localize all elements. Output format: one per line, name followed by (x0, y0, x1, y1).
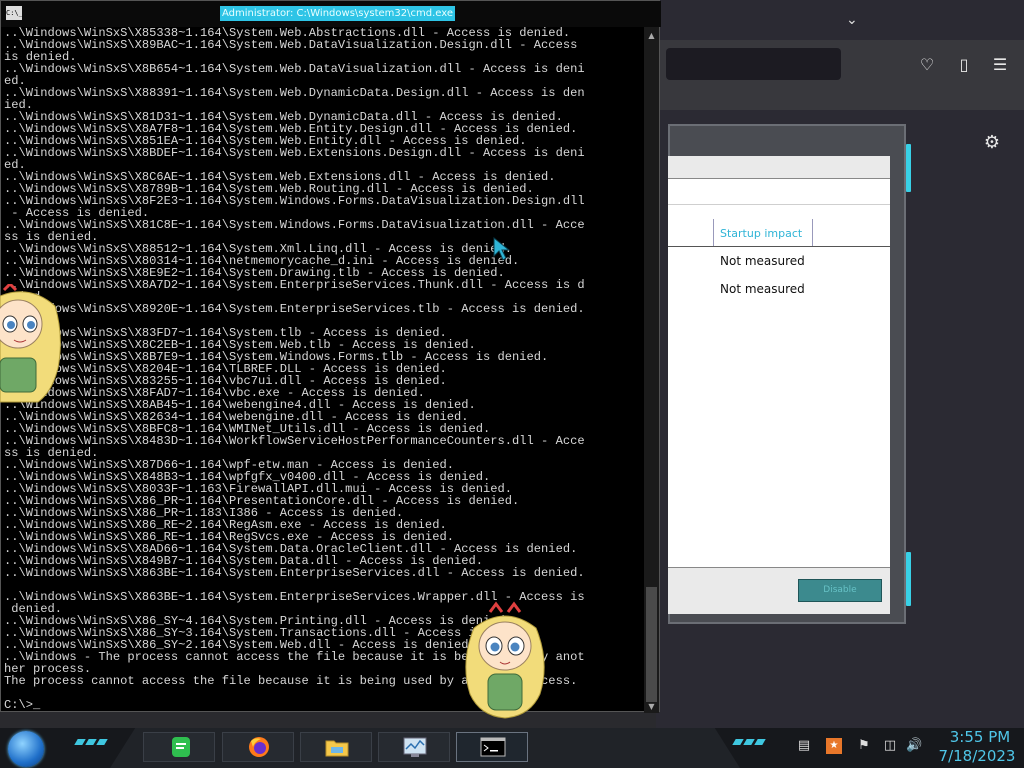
firefox-icon (249, 737, 269, 757)
cmd-output-line: ..\Windows\WinSxS\X8920E~1.164\System.En… (4, 302, 585, 316)
clock-time[interactable]: 3:55 PM (940, 728, 1020, 746)
extensions-icon[interactable]: ▯ (953, 54, 975, 76)
taskbar-decoration (732, 739, 766, 747)
cmd-output-line: ..\Windows\WinSxS\X8B654~1.164\System.We… (4, 62, 585, 76)
taskbar-notes-app[interactable] (143, 732, 215, 762)
startup-impact-cell: Not measured (720, 282, 805, 296)
gear-icon[interactable]: ⚙ (981, 132, 1003, 154)
cmd-output-line: ..\Windows\WinSxS\X8BDEF~1.164\System.We… (4, 146, 585, 160)
notes-app-icon (172, 737, 190, 757)
character-sticker (465, 601, 545, 719)
network-status-icon[interactable]: ◫ (882, 738, 898, 754)
scrollbar-thumb[interactable] (646, 587, 657, 702)
cmd-scrollbar[interactable]: ▲ ▼ (644, 27, 659, 713)
scroll-up-icon[interactable]: ▲ (644, 29, 659, 42)
flag-icon[interactable]: ⚑ (856, 738, 872, 754)
menu-icon[interactable]: ☰ (989, 54, 1011, 76)
cmd-window[interactable]: C:\_ Administrator: C:\Windows\system32\… (0, 0, 661, 713)
app-tray-icon[interactable]: ★ (826, 738, 842, 754)
cmd-window-title: Administrator: C:\Windows\system32\cmd.e… (220, 6, 456, 21)
disable-button[interactable]: Disable (798, 579, 882, 602)
taskbar-decoration (74, 739, 108, 747)
start-button[interactable] (8, 731, 44, 767)
taskbar-command-prompt[interactable] (456, 732, 528, 762)
network-icon[interactable]: ▤ (796, 738, 812, 754)
cmd-title-bar[interactable]: C:\_ Administrator: C:\Windows\system32\… (1, 1, 661, 27)
pocket-icon[interactable]: ♡ (916, 54, 938, 76)
chevron-down-icon[interactable]: ⌄ (846, 12, 862, 28)
scroll-down-icon[interactable]: ▼ (644, 700, 659, 713)
cmd-window-icon[interactable]: C:\_ (6, 6, 23, 20)
character-sticker (0, 284, 61, 403)
column-header-startup-impact[interactable]: Startup impact (713, 219, 813, 246)
address-bar[interactable] (666, 48, 841, 80)
divider (668, 204, 890, 205)
folder-icon (325, 740, 349, 757)
volume-icon[interactable]: 🔊 (906, 738, 922, 754)
cmd-output-line: ..\Windows\WinSxS\X863BE~1.164\System.En… (4, 566, 585, 580)
cursor-icon (493, 236, 511, 261)
command-prompt-icon (480, 737, 506, 757)
taskbar-firefox[interactable] (222, 732, 294, 762)
accent-bar (906, 144, 911, 192)
task-manager-icon (403, 737, 427, 757)
startup-impact-cell: Not measured (720, 254, 805, 268)
cmd-output-line: ..\Windows\WinSxS\X8483D~1.164\WorkflowS… (4, 434, 585, 448)
divider (668, 246, 890, 247)
cmd-output-line: ..\Windows\WinSxS\X81C8E~1.164\System.Wi… (4, 218, 585, 232)
taskbar-file-explorer[interactable] (300, 732, 372, 762)
cmd-output-line: ..\Windows\WinSxS\X89BAC~1.164\System.We… (4, 38, 578, 52)
accent-bar (906, 552, 911, 606)
clock-date[interactable]: 7/18/2023 (930, 747, 1024, 765)
cmd-output-line: ..\Windows\WinSxS\X88391~1.164\System.We… (4, 86, 585, 100)
cmd-output-line: ..\Windows\WinSxS\X8A7D2~1.164\System.En… (4, 278, 585, 292)
browser-tab-strip: ⌄ (656, 0, 1024, 40)
taskbar-task-manager[interactable] (378, 732, 450, 762)
